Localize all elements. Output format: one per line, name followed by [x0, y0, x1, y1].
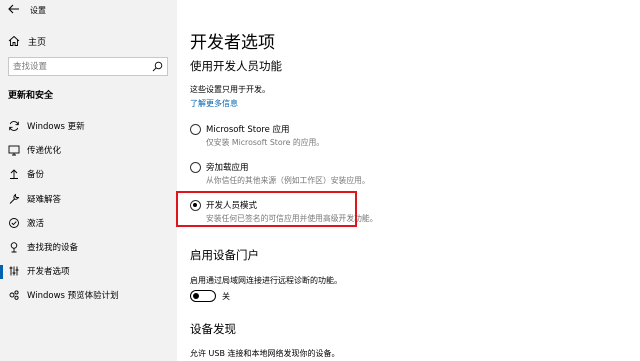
sidebar-item-label: Windows 更新: [27, 122, 85, 132]
red-highlight-box: [176, 191, 357, 227]
sidebar-item-label: 疑难解答: [27, 194, 62, 205]
delivery-optimization-icon: [8, 145, 20, 156]
activation-icon: [9, 217, 19, 228]
sidebar-nav: Windows 更新 传递优化 备份 疑难解答 激活 查找我的设备 开发者选项 …: [0, 115, 177, 309]
radio-button[interactable]: [190, 162, 201, 173]
device-discovery-desc: 允许 USB 连接和本地网络发现你的设备。: [190, 349, 340, 358]
toggle-state-label: 关: [222, 292, 230, 301]
developer-icon: [9, 266, 19, 276]
page-title: 开发者选项: [190, 33, 275, 53]
sync-icon: [9, 121, 19, 131]
radio-button[interactable]: [190, 124, 201, 135]
device-portal-title: 启用设备门户: [190, 248, 259, 262]
search-input[interactable]: [13, 60, 143, 74]
search-box[interactable]: [8, 57, 168, 76]
home-icon: [8, 35, 20, 46]
radio-label: Microsoft Store 应用: [206, 125, 290, 135]
device-discovery-title: 设备发现: [190, 322, 236, 336]
toggle-knob: [193, 292, 199, 299]
sidebar-item-backup[interactable]: 备份: [0, 163, 177, 187]
dev-features-desc: 这些设置只用于开发。: [190, 85, 270, 94]
sidebar-item-label: 开发者选项: [27, 267, 70, 278]
backup-icon: [10, 169, 18, 180]
sidebar-item-delivery-optimization[interactable]: 传递优化: [0, 139, 177, 163]
radio-store-apps[interactable]: Microsoft Store 应用 仅安装 Microsoft Store 的…: [190, 123, 530, 153]
sidebar-item-label: Windows 预览体验计划: [27, 291, 119, 302]
sidebar: 设置 主页 更新和安全 Windows 更新 传递优化: [0, 0, 177, 361]
sidebar-item-developer-options[interactable]: 开发者选项: [0, 260, 177, 284]
home-nav-item[interactable]: 主页: [0, 32, 177, 50]
window-title: 设置: [30, 6, 46, 15]
sidebar-item-label: 查找我的设备: [27, 242, 79, 253]
device-portal-toggle[interactable]: [190, 290, 216, 302]
back-arrow-icon[interactable]: [7, 3, 21, 15]
wrench-icon: [9, 193, 20, 204]
search-icon[interactable]: [152, 61, 163, 72]
sidebar-item-label: 激活: [27, 218, 45, 229]
learn-more-link[interactable]: 了解更多信息: [190, 98, 238, 109]
sidebar-item-label: 传递优化: [27, 146, 62, 157]
find-device-icon: [10, 242, 18, 253]
device-portal-desc: 启用通过局域网连接进行远程诊断的功能。: [190, 276, 342, 285]
sidebar-item-activation[interactable]: 激活: [0, 212, 177, 236]
radio-sideload-apps[interactable]: 旁加载应用 从你信任的其他来源（例如工作区）安装应用。: [190, 161, 530, 191]
sidebar-item-troubleshoot[interactable]: 疑难解答: [0, 188, 177, 212]
radio-desc: 仅安装 Microsoft Store 的应用。: [206, 138, 325, 147]
dev-features-title: 使用开发人员功能: [190, 59, 282, 73]
radio-desc: 从你信任的其他来源（例如工作区）安装应用。: [206, 176, 370, 185]
section-title: 更新和安全: [8, 91, 54, 101]
insider-icon: [9, 290, 19, 301]
sidebar-item-insider[interactable]: Windows 预览体验计划: [0, 284, 177, 308]
main-content: 开发者选项 使用开发人员功能 这些设置只用于开发。 了解更多信息 Microso…: [177, 0, 640, 361]
sidebar-item-windows-update[interactable]: Windows 更新: [0, 115, 177, 139]
sidebar-item-label: 备份: [27, 170, 45, 181]
sidebar-item-find-device[interactable]: 查找我的设备: [0, 236, 177, 260]
home-label: 主页: [28, 38, 47, 48]
radio-label: 旁加载应用: [206, 163, 249, 173]
active-indicator: [0, 265, 3, 280]
